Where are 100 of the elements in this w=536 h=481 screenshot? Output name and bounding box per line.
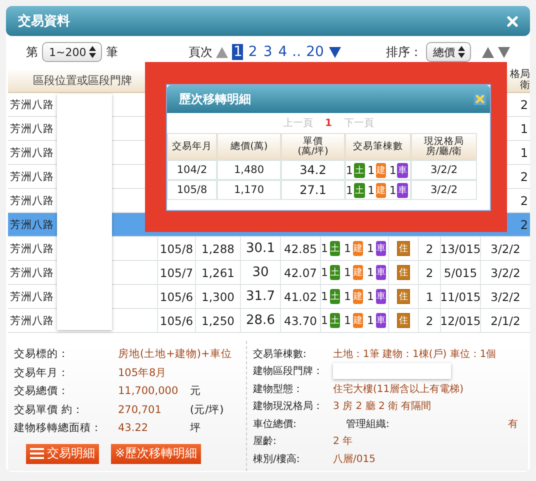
detail-value: 11,700,000	[118, 385, 180, 398]
table-cell: 3/2/2	[480, 237, 530, 260]
details-button[interactable]: ※歷次移轉明細	[111, 444, 202, 464]
next-page-icon[interactable]	[328, 46, 341, 58]
detail-label: 管理組織:	[346, 418, 390, 431]
page-link[interactable]: 1	[232, 44, 244, 60]
table-cell: 芳洲八路	[10, 170, 54, 184]
table-cell: 42.85	[280, 237, 320, 260]
lot-count: 1	[321, 242, 328, 255]
list-icon	[30, 448, 44, 459]
lot-badge: 土	[330, 265, 340, 280]
lot-count: 1	[389, 164, 396, 176]
detail-label: 建物現況格局：	[253, 400, 324, 414]
table-cell: 1,170	[217, 180, 281, 200]
table-cell: 42.07	[280, 261, 320, 284]
lot-badge: 建	[353, 241, 363, 256]
lot-badge: 建	[376, 182, 386, 198]
lot-badge: 建	[376, 162, 386, 178]
detail-label: 交易年月：	[14, 366, 70, 380]
detail-value: 105年8月	[118, 366, 168, 380]
lot-count: 1	[368, 184, 375, 196]
sort-label: 排序：	[386, 44, 422, 60]
table-cell: 105/7	[157, 261, 195, 284]
lot-badge: 車	[376, 313, 386, 328]
sort-select[interactable]: 總價	[426, 42, 472, 62]
lot-count: 1	[389, 184, 396, 196]
details-button[interactable]: 交易明細	[26, 444, 99, 464]
table-cell: 30.1	[240, 237, 280, 260]
sort-ascending-icon[interactable]	[482, 46, 494, 58]
table-cell: 芳洲八路	[10, 218, 54, 232]
page-link[interactable]: 3	[262, 44, 274, 60]
range-prefix: 第	[26, 44, 38, 60]
lot-count: 1	[321, 290, 328, 303]
previous-page-icon[interactable]	[216, 46, 228, 58]
column-header: 交易筆棟數	[345, 133, 411, 160]
column-header: 交易年月	[167, 133, 217, 160]
lot-count: 1	[344, 242, 351, 255]
lot-badge: 土	[354, 162, 365, 178]
page-link[interactable]: 2	[247, 44, 258, 60]
detail-label: 交易筆棟數:	[253, 348, 308, 361]
lot-badge: 車	[397, 162, 408, 178]
lot-count: 1	[367, 266, 374, 279]
lot-count: 1	[367, 290, 374, 303]
detail-unit: (元/坪)	[190, 402, 225, 417]
detail-unit: 元	[190, 384, 202, 398]
lot-count: 1	[344, 314, 351, 327]
table-row[interactable]: 芳洲八路 105/6 1,250 28.6 43.70 1 土 1 建 1 車 住 2 12/015 2/1/2	[8, 309, 530, 333]
table-cell: 41.02	[280, 285, 320, 308]
detail-value: 43.22	[118, 422, 150, 434]
table-cell: 1,300	[195, 285, 240, 308]
pages-label: 頁次	[188, 44, 212, 60]
detail-value: 房地(土地+建物)+車位	[118, 347, 233, 362]
lot-badge: 車	[376, 289, 386, 304]
table-cell: 105/6	[157, 285, 195, 308]
detail-value: 2 年	[333, 435, 354, 448]
column-header: 單價 (萬/坪)	[281, 133, 345, 160]
table-cell: 1	[418, 285, 440, 308]
lot-badge: 建	[353, 313, 363, 328]
sort-descending-icon[interactable]	[498, 46, 510, 58]
lot-badge: 建	[353, 265, 363, 280]
detail-value: 土地：1筆 建物：1棟(戶) 車位：1個	[333, 348, 498, 361]
table-cell: 43.70	[280, 309, 320, 332]
table-cell: 12/015	[440, 309, 480, 332]
column-header: 區段位置或區段門牌	[32, 72, 133, 88]
stepper-icon	[458, 46, 466, 58]
lot-badge: 車	[376, 265, 386, 280]
page-link[interactable]: 20	[305, 44, 325, 60]
lot-count: 1	[344, 266, 351, 279]
detail-value: 有	[508, 418, 518, 431]
page-link[interactable]: 4	[277, 44, 288, 60]
detail-label: 建物型態：	[253, 382, 304, 396]
column-header: 總價(萬)	[217, 133, 281, 160]
lot-count: 1	[367, 242, 374, 255]
table-cell: 1	[520, 146, 528, 160]
table-cell: 2	[520, 170, 528, 184]
usage-badge: 住	[397, 241, 410, 256]
table-cell: 105/8	[157, 237, 195, 260]
table-cell: 2	[520, 218, 528, 232]
table-cell: 2/1/2	[480, 309, 530, 332]
lot-badge: 車	[397, 182, 408, 198]
table-cell: 1,480	[217, 160, 281, 180]
range-select[interactable]: 1~200	[42, 42, 102, 62]
table-cell: 芳洲八路	[10, 98, 54, 112]
lot-count: 1	[367, 314, 374, 327]
table-cell: 5/015	[440, 261, 480, 284]
table-cell: 3/2/2	[480, 285, 530, 308]
table-cell: 31.7	[240, 285, 280, 308]
lot-badge: 土	[354, 182, 365, 198]
table-cell: 1,250	[195, 309, 240, 332]
table-cell: 3/2/2	[411, 160, 477, 180]
lot-count: 1	[344, 290, 351, 303]
table-cell: 芳洲八路	[10, 194, 54, 208]
range-suffix: 筆	[106, 44, 118, 60]
lot-badge: 土	[330, 241, 340, 256]
table-cell: 30	[240, 261, 280, 284]
detail-label: 屋齡:	[253, 435, 278, 448]
table-cell: 芳洲八路	[10, 242, 54, 256]
usage-badge: 住	[397, 265, 410, 280]
detail-label: 建物移轉總面積：	[14, 421, 103, 436]
table-cell: 3/2/2	[480, 261, 530, 284]
